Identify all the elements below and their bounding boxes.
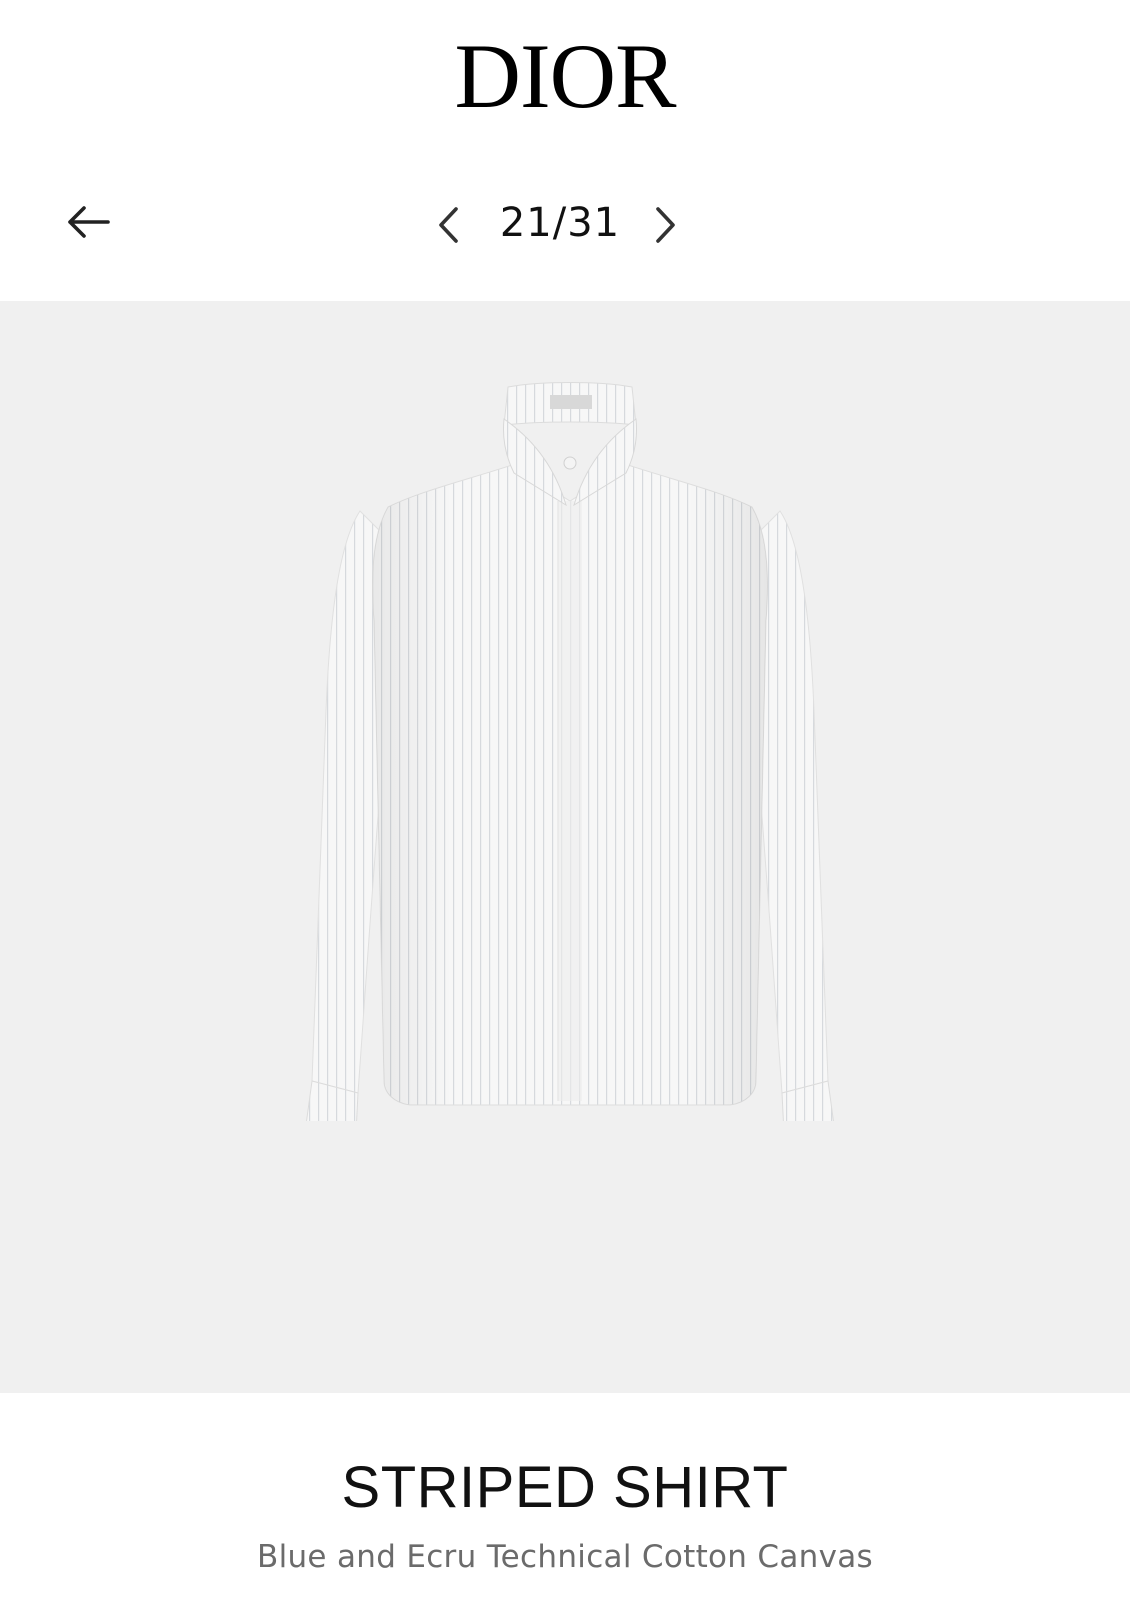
product-title: STRIPED SHIRT — [341, 1455, 789, 1520]
product-image — [306, 382, 834, 1121]
image-pager: 21/31 — [420, 180, 700, 270]
chevron-left-icon — [439, 207, 458, 243]
back-button[interactable] — [58, 197, 118, 247]
gallery-nav: 21/31 — [0, 180, 1130, 270]
product-subtitle: Blue and Ecru Technical Cotton Canvas — [257, 1539, 873, 1575]
arrow-left-icon — [68, 206, 110, 238]
next-image-button[interactable] — [646, 202, 686, 248]
brand-logo: DIOR — [454, 25, 677, 127]
previous-image-button[interactable] — [428, 202, 468, 248]
product-image-stage[interactable] — [0, 301, 1130, 1393]
image-counter: 21/31 — [499, 200, 621, 246]
chevron-right-icon — [656, 207, 675, 243]
